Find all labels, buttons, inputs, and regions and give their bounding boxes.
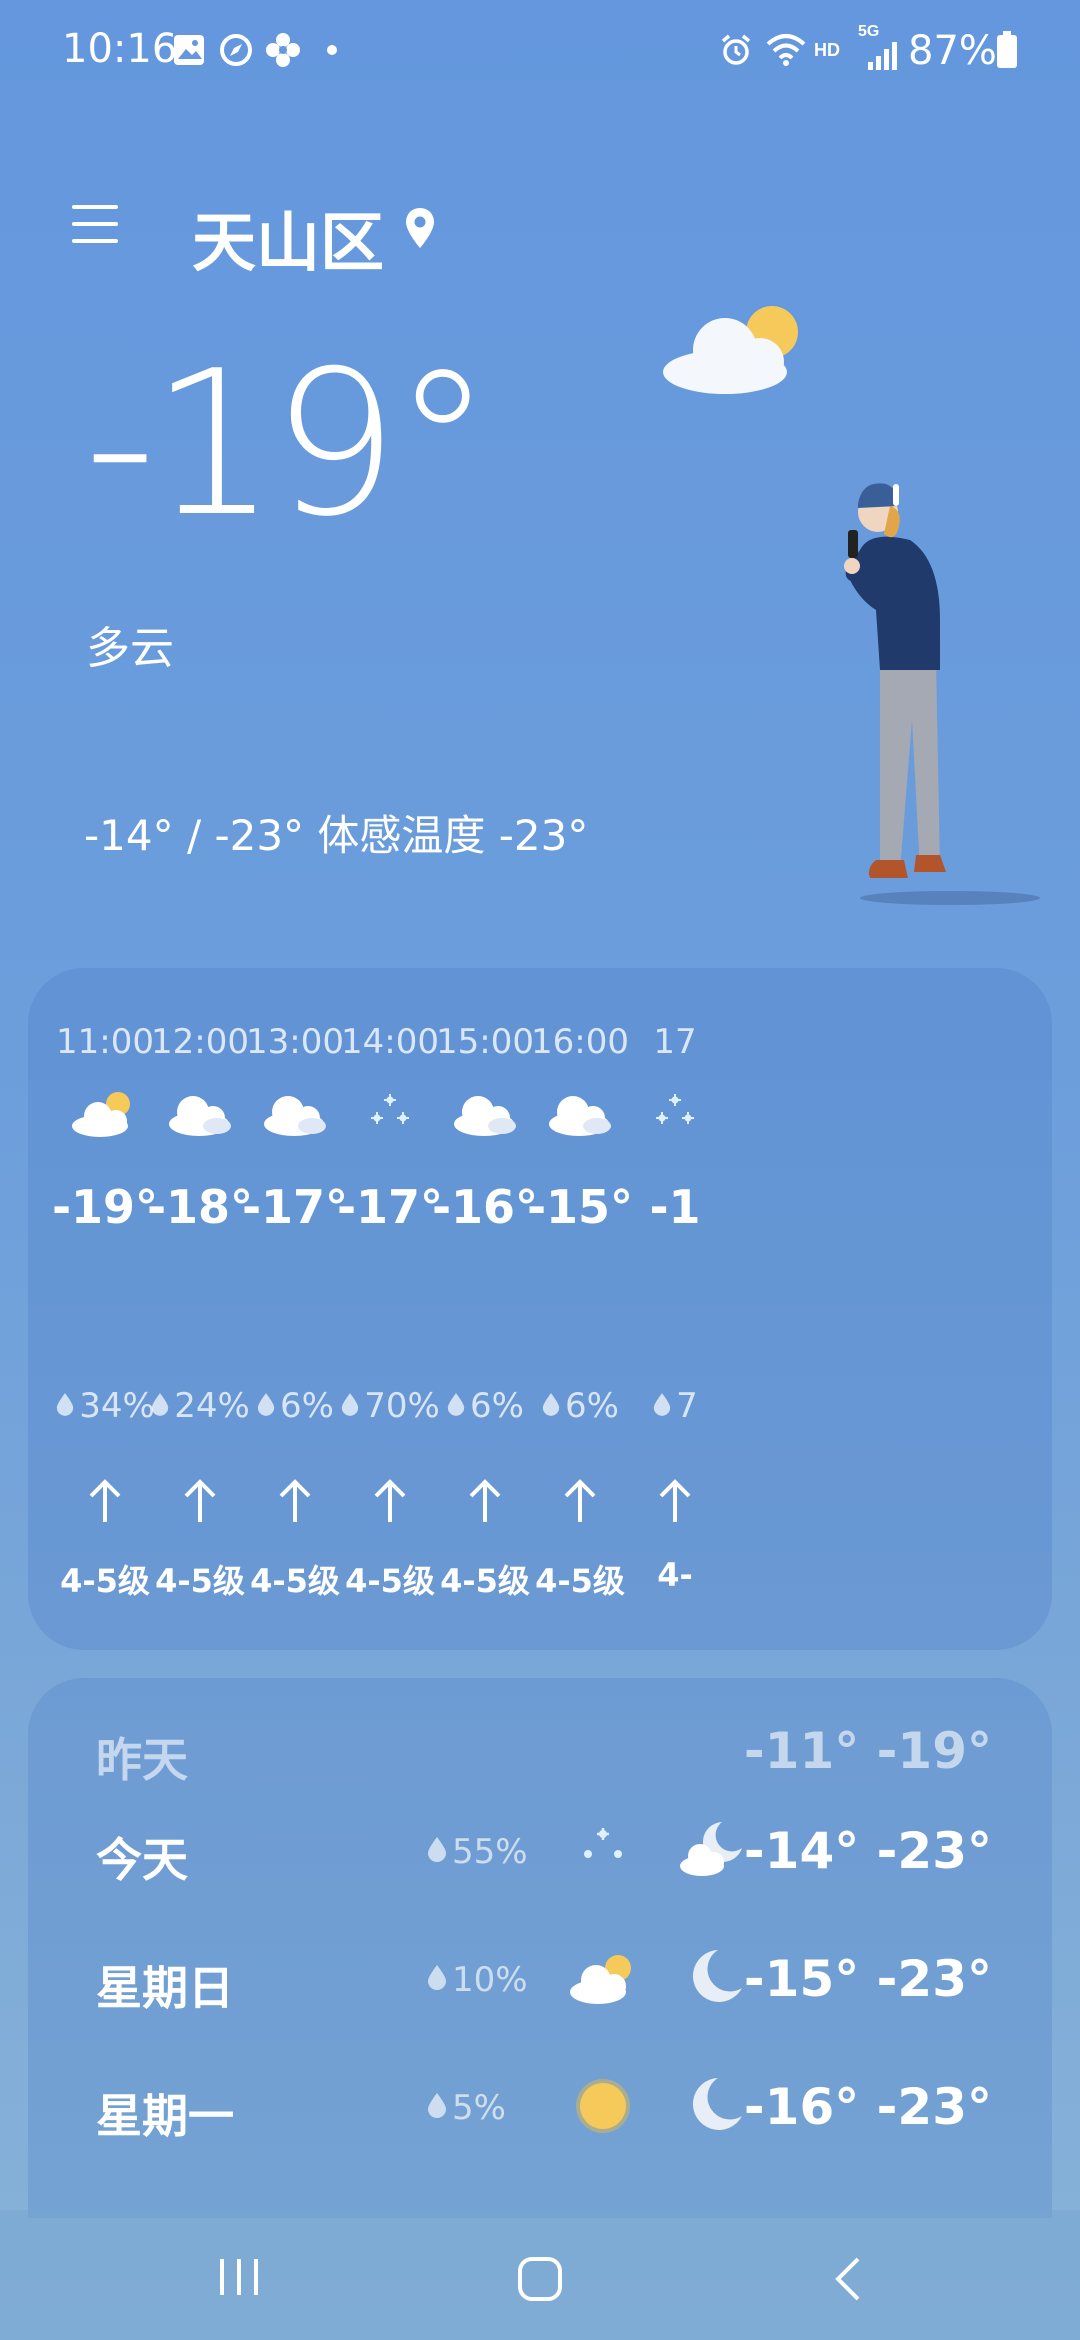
cloud-icon — [450, 1088, 520, 1138]
home-button[interactable] — [516, 2255, 564, 2308]
location-pin-icon[interactable] — [403, 206, 437, 252]
hd-label: HD — [814, 39, 840, 60]
wind-arrow-up-icon — [85, 1476, 125, 1526]
day-precip: 10% — [426, 1960, 528, 2000]
drop-icon — [541, 1386, 561, 1426]
alarm-icon — [718, 30, 754, 70]
drop-icon — [652, 1386, 672, 1426]
status-time: 10:16 — [62, 26, 178, 72]
cloud-sun-icon — [568, 1948, 638, 2008]
drop-icon — [426, 1960, 448, 2000]
wind-arrow-up-icon — [465, 1476, 505, 1526]
day-precip: 5% — [426, 2088, 506, 2128]
day-precip-value: 55% — [452, 1832, 528, 1872]
wifi-icon — [764, 30, 808, 70]
cloud-sun-icon — [70, 1088, 140, 1138]
daily-forecast-card[interactable]: 昨天 -11° -19° 今天 55% -14° -23° 星期日 10% -1… — [28, 1678, 1052, 2218]
battery-percent: 87% — [908, 28, 997, 74]
day-temps: -16° -23° — [743, 2078, 992, 2136]
cloud-moon-icon — [678, 1818, 748, 1878]
current-temperature: -19° — [84, 328, 493, 561]
dot-icon — [326, 30, 338, 70]
temp-range-feels-like: -14° / -23° 体感温度 -23° — [84, 811, 589, 860]
day-temps: -15° -23° — [743, 1950, 992, 2008]
flower-icon — [264, 30, 302, 70]
day-temps: -14° -23° — [743, 1822, 992, 1880]
back-button[interactable] — [830, 2255, 866, 2308]
menu-icon[interactable] — [72, 205, 122, 245]
gallery-icon — [172, 30, 206, 70]
wind-arrow-up-icon — [655, 1476, 695, 1526]
person-illustration — [800, 470, 1050, 910]
battery-icon — [996, 30, 1018, 70]
current-condition: 多云 — [86, 623, 174, 674]
snow-icon — [568, 1820, 638, 1880]
wind-arrow-up-icon — [370, 1476, 410, 1526]
wind-arrow-up-icon — [275, 1476, 315, 1526]
cloud-icon — [165, 1088, 235, 1138]
hour-wind: 4- — [657, 1556, 693, 1594]
drop-icon — [340, 1386, 360, 1426]
temperature-trend-line — [28, 968, 1052, 1650]
day-precip-value: 5% — [452, 2088, 506, 2128]
day-precip: 55% — [426, 1832, 528, 1872]
navigation-bar — [0, 2210, 1080, 2340]
day-temps: -11° -19° — [743, 1722, 992, 1780]
snow-icon — [355, 1088, 425, 1138]
cloud-sun-icon — [660, 300, 810, 400]
hourly-forecast-card[interactable]: 11:00 -19° 34% 4-5级 12:00 -18° 24% 4-5级 13:00 -17… — [28, 968, 1052, 1650]
wind-arrow-up-icon — [180, 1476, 220, 1526]
signal-icon — [866, 36, 900, 76]
hour-time: 17 — [653, 1022, 697, 1062]
day-precip-value: 10% — [452, 1960, 528, 2000]
drop-icon — [446, 1386, 466, 1426]
hour-precip: 7 — [604, 1386, 746, 1426]
moon-icon — [678, 2074, 748, 2134]
drop-icon — [256, 1386, 276, 1426]
snow-icon — [640, 1088, 710, 1138]
cloud-icon — [260, 1088, 330, 1138]
drop-icon — [55, 1386, 75, 1426]
day-label: 星期日 — [96, 1961, 234, 2015]
recent-apps-button[interactable] — [216, 2255, 262, 2304]
sun-icon — [568, 2076, 638, 2136]
daily-row-yesterday[interactable]: 昨天 -11° -19° — [28, 1704, 1052, 1794]
cloud-icon — [545, 1088, 615, 1138]
compass-icon — [218, 30, 254, 70]
daily-row-today[interactable]: 今天 55% -14° -23° — [28, 1804, 1052, 1894]
hour-temp: -1 — [649, 1180, 701, 1234]
day-label: 今天 — [96, 1833, 188, 1887]
day-label: 星期一 — [96, 2089, 234, 2143]
city-name[interactable]: 天山区 — [192, 192, 384, 284]
drop-icon — [426, 2088, 448, 2128]
drop-icon — [150, 1386, 170, 1426]
daily-row-sunday[interactable]: 星期日 10% -15° -23° — [28, 1932, 1052, 2022]
hour-precip-value: 7 — [676, 1386, 698, 1426]
wind-arrow-up-icon — [560, 1476, 600, 1526]
day-label: 昨天 — [96, 1733, 188, 1787]
daily-row-monday[interactable]: 星期一 5% -16° -23° — [28, 2060, 1052, 2150]
drop-icon — [426, 1832, 448, 1872]
status-bar: 10:16 HD 5G 87% — [0, 0, 1080, 100]
moon-icon — [678, 1946, 748, 2006]
